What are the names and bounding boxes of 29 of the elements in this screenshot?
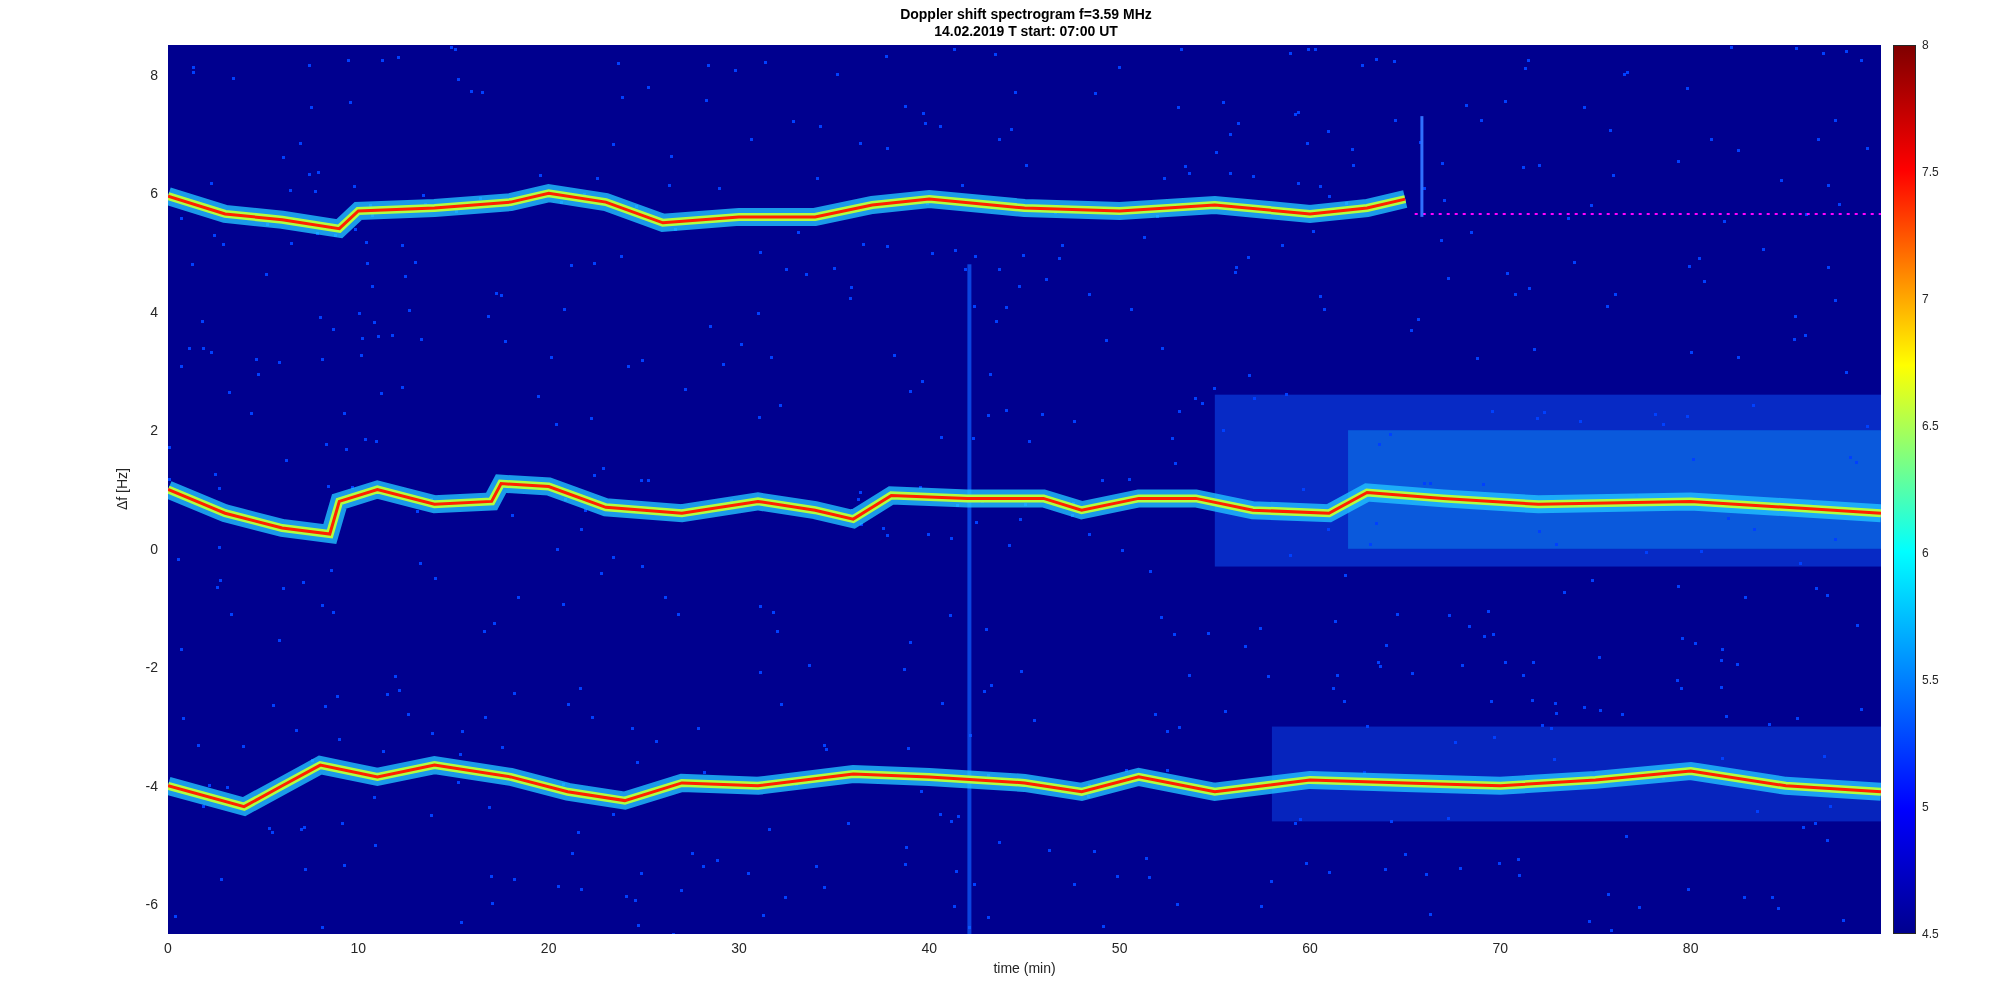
colorbar-tick-label: 5.5	[1922, 673, 1939, 687]
y-tick-label: -4	[145, 777, 158, 794]
x-tick-label: 30	[731, 940, 747, 956]
y-tick-label: 2	[150, 422, 158, 439]
x-tick-label: 60	[1302, 940, 1318, 956]
chart-title: Doppler shift spectrogram f=3.59 MHz	[900, 5, 1152, 23]
x-tick-label: 50	[1111, 940, 1128, 956]
colorbar-tick-label: 7.5	[1922, 165, 1939, 179]
y-tick-label: 8	[150, 66, 158, 83]
y-tick-label: 6	[150, 185, 158, 202]
y-tick-label: 0	[150, 540, 158, 557]
y-axis-label: Δf [Hz]	[114, 468, 130, 511]
x-tick-label: 10	[350, 940, 367, 956]
colorbar-tick-label: 8	[1922, 38, 1929, 52]
colorbar-tick-label: 4.5	[1922, 927, 1939, 941]
y-tick-label: -6	[145, 896, 158, 913]
colorbar-tick-label: 6	[1922, 546, 1929, 560]
colorbar-tick-label: 7	[1922, 292, 1929, 306]
x-axis-label: time (min)	[992, 960, 1057, 976]
y-tick-label: -2	[145, 659, 158, 676]
x-tick-label: 70	[1492, 940, 1509, 956]
y-tick-label: 4	[150, 303, 158, 320]
x-tick-label: 0	[164, 940, 172, 956]
colorbar-tick-label: 6.5	[1922, 419, 1939, 433]
x-tick-label: 20	[540, 940, 557, 956]
chart-title: 14.02.2019 T start: 07:00 UT	[934, 22, 1118, 40]
x-tick-label: 40	[921, 940, 938, 956]
colorbar-tick-label: 5	[1922, 800, 1929, 814]
x-tick-label: 80	[1682, 940, 1699, 956]
